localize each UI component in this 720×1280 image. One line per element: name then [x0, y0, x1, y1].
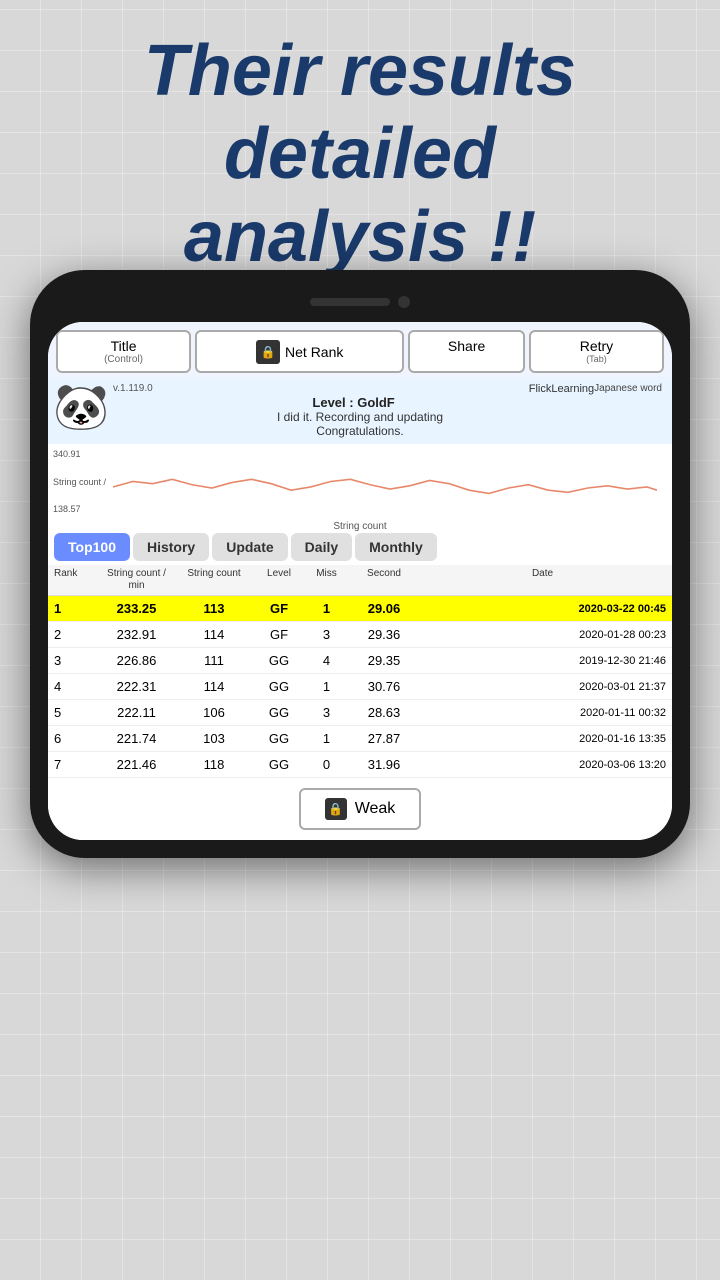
title-button[interactable]: Title (Control)	[56, 330, 191, 373]
netrank-icon	[256, 340, 280, 364]
table-row: 5 222.11 106 GG 3 28.63 2020-01-11 00:32	[48, 700, 672, 726]
table-row: 7 221.46 118 GG 0 31.96 2020-03-06 13:20	[48, 752, 672, 778]
weak-icon: 🔒	[325, 798, 347, 820]
retry-button[interactable]: Retry (Tab)	[529, 330, 664, 373]
th-second: Second	[349, 568, 419, 592]
level-text: Level : GoldF	[113, 395, 594, 410]
chart-y-labels: 340.91 String count / 138.57	[53, 449, 106, 514]
info-bar: 🐼 v.1.119.0 FlickLearning Level : GoldF …	[48, 377, 672, 444]
tab-update[interactable]: Update	[212, 533, 287, 561]
weak-button-area: 🔒 Weak	[48, 778, 672, 840]
tab-history[interactable]: History	[133, 533, 209, 561]
tab-daily[interactable]: Daily	[291, 533, 352, 561]
phone-frame: Title (Control) Net Rank Share Retry (Ta…	[30, 270, 690, 858]
notch-speaker	[310, 298, 390, 306]
tab-top100[interactable]: Top100	[54, 533, 130, 561]
table-row: 4 222.31 114 GG 1 30.76 2020-03-01 21:37	[48, 674, 672, 700]
app-name: FlickLearning	[529, 383, 594, 395]
chart-x-label: String count	[58, 521, 662, 532]
th-miss: Miss	[304, 568, 349, 592]
tab-monthly[interactable]: Monthly	[355, 533, 437, 561]
phone-notch-area	[48, 288, 672, 316]
leaderboard-table: Rank String count /min String count Leve…	[48, 565, 672, 778]
chart-area: 340.91 String count / 138.57 String coun…	[48, 444, 672, 529]
phone-wrapper: Title (Control) Net Rank Share Retry (Ta…	[30, 270, 690, 1220]
chart-svg	[113, 449, 657, 514]
phone-screen: Title (Control) Net Rank Share Retry (Ta…	[48, 322, 672, 840]
app-version: v.1.119.0	[113, 383, 153, 395]
info-center: v.1.119.0 FlickLearning Level : GoldF	[58, 383, 594, 410]
th-rank: Rank	[54, 568, 99, 592]
th-sc: String count	[174, 568, 254, 592]
category-label: Japanese word	[594, 383, 662, 394]
tabs: Top100 History Update Daily Monthly	[48, 529, 672, 565]
phone-notch	[270, 288, 450, 316]
th-scm: String count /min	[99, 568, 174, 592]
congratulations-message: I did it. Recording and updating Congrat…	[277, 410, 443, 438]
table-row: 1 233.25 113 GF 1 29.06 2020-03-22 00:45	[48, 596, 672, 622]
headline-text: Their results detailed analysis !!	[40, 30, 680, 278]
toolbar: Title (Control) Net Rank Share Retry (Ta…	[48, 322, 672, 377]
table-row: 2 232.91 114 GF 3 29.36 2020-01-28 00:23	[48, 622, 672, 648]
th-level: Level	[254, 568, 304, 592]
table-header: Rank String count /min String count Leve…	[48, 565, 672, 596]
netrank-button[interactable]: Net Rank	[195, 330, 404, 373]
headline-section: Their results detailed analysis !!	[0, 0, 720, 298]
weak-button[interactable]: 🔒 Weak	[299, 788, 422, 830]
table-row: 6 221.74 103 GG 1 27.87 2020-01-16 13:35	[48, 726, 672, 752]
panda-avatar: 🐼	[53, 379, 108, 434]
table-row: 3 226.86 111 GG 4 29.35 2019-12-30 21:46	[48, 648, 672, 674]
th-date: Date	[419, 568, 666, 592]
share-button[interactable]: Share	[408, 330, 525, 373]
notch-camera	[398, 296, 410, 308]
